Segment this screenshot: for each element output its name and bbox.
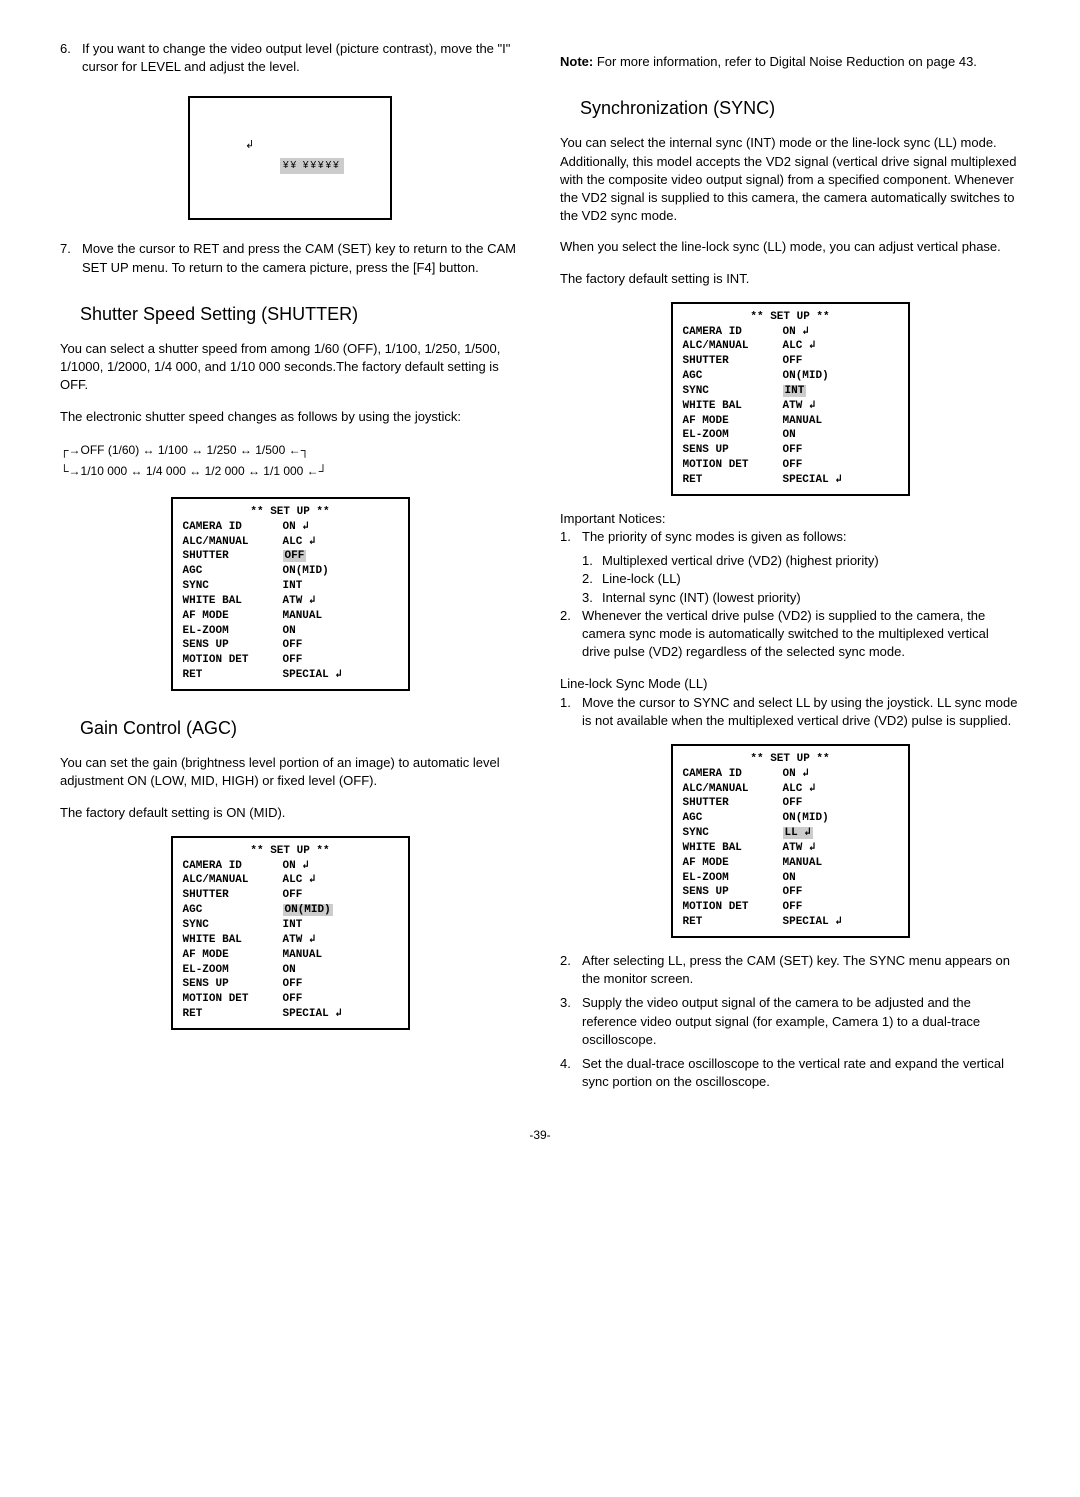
item-number: 2. [560,952,582,988]
list-item: 4. Set the dual-trace oscilloscope to th… [560,1055,1020,1091]
level-dialog: ↲ ¥¥ ¥¥¥¥¥ [188,96,392,220]
highlighted-value: OFF [283,550,307,562]
sub-list-item: 3. Internal sync (INT) (lowest priority) [582,589,1020,607]
item-number: 3. [560,994,582,1049]
page-columns: 6. If you want to change the video outpu… [60,40,1020,1097]
paragraph: The factory default setting is ON (MID). [60,804,520,822]
note-text: For more information, refer to Digital N… [593,54,977,69]
note-label: Note: [560,54,593,69]
highlighted-value: LL ↲ [783,827,813,839]
item-text: Whenever the vertical drive pulse (VD2) … [582,607,1020,662]
item-text: Move the cursor to SYNC and select LL by… [582,694,1020,730]
left-column: 6. If you want to change the video outpu… [60,40,520,1097]
list-item: 1. Move the cursor to SYNC and select LL… [560,694,1020,730]
paragraph: The electronic shutter speed changes as … [60,408,520,426]
right-column: Note: For more information, refer to Dig… [560,40,1020,1097]
paragraph: You can set the gain (brightness level p… [60,754,520,790]
item-text: Internal sync (INT) (lowest priority) [602,589,801,607]
setup-menu-shutter: ** SET UP ** CAMERA IDON ↲ ALC/MANUALALC… [171,497,410,691]
item-text: Multiplexed vertical drive (VD2) (highes… [602,552,879,570]
shutter-flow-diagram: ┌→OFF (1/60) ↔ 1/100 ↔ 1/250 ↔ 1/500 ←┐ … [60,440,520,483]
note-paragraph: Note: For more information, refer to Dig… [560,53,1020,71]
highlighted-value: INT [783,385,807,397]
item-number: 7. [60,240,82,276]
paragraph: When you select the line-lock sync (LL) … [560,238,1020,256]
menu-title: ** SET UP ** [683,752,898,767]
flow-line-1: OFF (1/60) ↔ 1/100 ↔ 1/250 ↔ 1/500 [81,443,286,457]
paragraph: You can select the internal sync (INT) m… [560,134,1020,225]
item-number: 4. [560,1055,582,1091]
item-number: 3. [582,589,602,607]
menu-title: ** SET UP ** [683,310,898,325]
list-item: 2. Whenever the vertical drive pulse (VD… [560,607,1020,662]
setup-menu-sync-int: ** SET UP ** CAMERA IDON ↲ ALC/MANUALALC… [671,302,910,496]
item-number: 1. [560,528,582,546]
item-number: 1. [582,552,602,570]
important-notices-heading: Important Notices: [560,510,1020,528]
item-text: After selecting LL, press the CAM (SET) … [582,952,1020,988]
section-heading-shutter: Shutter Speed Setting (SHUTTER) [80,302,520,327]
list-item: 2. After selecting LL, press the CAM (SE… [560,952,1020,988]
list-item: 3. Supply the video output signal of the… [560,994,1020,1049]
ll-mode-heading: Line-lock Sync Mode (LL) [560,675,1020,693]
section-heading-sync: Synchronization (SYNC) [580,96,1020,121]
item-text: Set the dual-trace oscilloscope to the v… [582,1055,1020,1091]
paragraph: You can select a shutter speed from amon… [60,340,520,395]
item-number: 2. [582,570,602,588]
highlighted-value: ON(MID) [283,904,333,916]
section-heading-agc: Gain Control (AGC) [80,716,520,741]
item-number: 1. [560,694,582,730]
item-text: Move the cursor to RET and press the CAM… [82,240,520,276]
item-text: Line-lock (LL) [602,570,681,588]
menu-title: ** SET UP ** [183,844,398,859]
item-text: If you want to change the video output l… [82,40,520,76]
item-text: Supply the video output signal of the ca… [582,994,1020,1049]
list-item: 6. If you want to change the video outpu… [60,40,520,76]
list-item: 7. Move the cursor to RET and press the … [60,240,520,276]
paragraph: The factory default setting is INT. [560,270,1020,288]
cursor-icon: ↲ [245,138,254,153]
menu-title: ** SET UP ** [183,505,398,520]
sub-list-item: 1. Multiplexed vertical drive (VD2) (hig… [582,552,1020,570]
sub-list-item: 2. Line-lock (LL) [582,570,1020,588]
setup-menu-agc: ** SET UP ** CAMERA IDON ↲ ALC/MANUALALC… [171,836,410,1030]
setup-menu-sync-ll: ** SET UP ** CAMERA IDON ↲ ALC/MANUALALC… [671,744,910,938]
page-number: -39- [60,1127,1020,1144]
item-text: The priority of sync modes is given as f… [582,528,1020,546]
level-bar: ¥¥ ¥¥¥¥¥ [280,158,344,174]
flow-line-2: 1/10 000 ↔ 1/4 000 ↔ 1/2 000 ↔ 1/1 000 [81,464,304,478]
list-item: 1. The priority of sync modes is given a… [560,528,1020,546]
item-number: 6. [60,40,82,76]
item-number: 2. [560,607,582,662]
